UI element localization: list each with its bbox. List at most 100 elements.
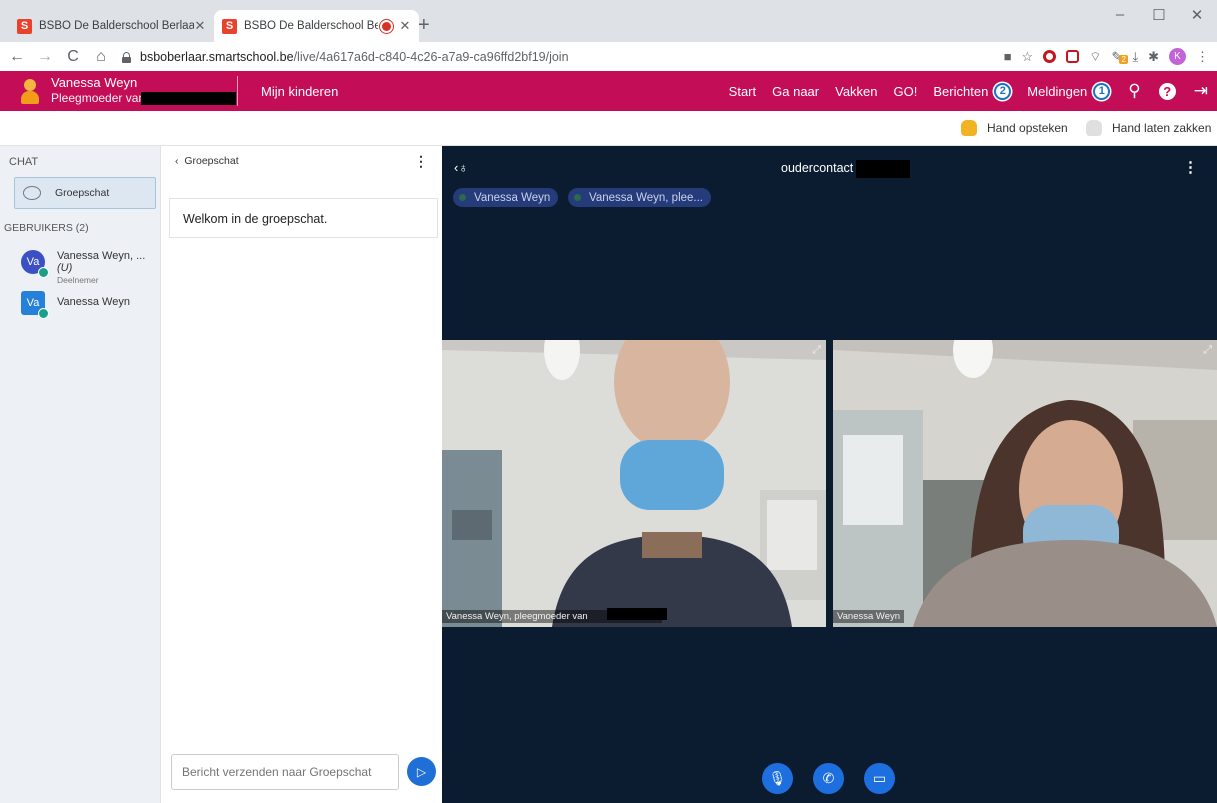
meeting-title: oudercontact	[781, 161, 854, 175]
maximize-button[interactable]: ☐	[1139, 6, 1179, 24]
chat-section-label: CHAT	[9, 156, 39, 168]
tab-close-icon[interactable]: ✕	[399, 18, 411, 34]
user-list-item[interactable]: Va Vanessa Weyn	[21, 291, 130, 319]
microphone-icon: 🎙	[768, 770, 787, 786]
raise-hand-label: Hand opsteken	[987, 121, 1068, 135]
chat-bubble-icon	[23, 186, 41, 200]
meldingen-label: Meldingen	[1027, 83, 1088, 99]
phone-icon: ✆	[822, 770, 835, 786]
extensions-area: ■ ☆ ⌔ ✎ 2 ⤓ ✱ K ⋮	[1004, 42, 1209, 71]
video-tile[interactable]: ⤢ Vanessa Weyn	[833, 340, 1217, 627]
user-item-name: Vanessa Weyn, ... (U)	[57, 250, 160, 274]
my-children-link[interactable]: Mijn kinderen	[261, 84, 338, 99]
user-item-role: Deelnemer	[57, 275, 99, 285]
download-icon[interactable]: ⤓	[1132, 49, 1138, 65]
microphone-button[interactable]: 🎙	[762, 763, 793, 794]
chat-more-icon[interactable]: ⋮	[414, 153, 428, 170]
lock-icon	[122, 51, 131, 63]
browser-tab-1[interactable]: S BSBO De Balderschool Berlaar - S ✕	[9, 10, 214, 42]
address-bar: ← → C ⌂ bsboberlaar.smartschool.be/live/…	[0, 42, 1217, 71]
status-dot-icon	[459, 194, 466, 201]
participant-chip[interactable]: Vanessa Weyn	[453, 188, 559, 207]
participant-chip[interactable]: Vanessa Weyn, plee...	[568, 188, 712, 207]
ext-badge-icon[interactable]: ✎ 2	[1111, 49, 1128, 65]
bookmark-star-icon[interactable]: ☆	[1022, 49, 1034, 65]
raised-hand-icon	[961, 120, 977, 136]
puzzle-icon[interactable]: ✱	[1148, 49, 1159, 65]
logout-icon[interactable]: ⇥	[1194, 81, 1208, 101]
tile-label-text: Vanessa Weyn, pleegmoeder van	[446, 611, 588, 622]
avatar-initials: Va	[26, 297, 40, 309]
status-dot-icon	[574, 194, 581, 201]
send-icon: ▷	[416, 764, 427, 779]
video-conference-area: ‹♁ oudercontact ⋮ Vanessa Weyn Vanessa W…	[442, 146, 1217, 803]
video-tile[interactable]: ⤢ Vanessa Weyn, pleegmoeder van	[442, 340, 826, 627]
send-button[interactable]: ▷	[407, 757, 436, 786]
participant-video-feed	[442, 340, 826, 627]
profile-avatar[interactable]: K	[1169, 48, 1186, 65]
meldingen-badge: 1	[1093, 82, 1111, 100]
nav-berichten[interactable]: Berichten 2	[933, 82, 1012, 100]
chip-label: Vanessa Weyn	[474, 191, 551, 204]
chat-message-input[interactable]	[171, 754, 399, 790]
browser-tab-2[interactable]: S BSBO De Balderschool Berlaa ✕	[214, 10, 419, 42]
browser-menu-icon[interactable]: ⋮	[1196, 49, 1209, 65]
participant-video-feed	[833, 340, 1217, 627]
smartschool-favicon-icon: S	[222, 18, 237, 34]
group-chat-button[interactable]: Groepschat	[14, 177, 156, 209]
user-subtitle: Pleegmoeder van	[51, 91, 146, 105]
leave-call-button[interactable]: ✆	[813, 763, 844, 794]
users-section-label: GEBRUIKERS (2)	[4, 222, 89, 234]
nav-go[interactable]: GO!	[894, 84, 918, 99]
reload-icon[interactable]: C	[62, 48, 84, 66]
nav-start[interactable]: Start	[729, 84, 756, 99]
you-marker: (U)	[57, 262, 73, 274]
meeting-more-icon[interactable]: ⋮	[1183, 158, 1198, 176]
tab-title: BSBO De Balderschool Berlaar - S	[39, 20, 194, 32]
video-extension-icon[interactable]	[1066, 50, 1080, 63]
redacted-block	[607, 608, 667, 620]
user-avatar-icon[interactable]	[21, 79, 39, 104]
tile-participant-label: Vanessa Weyn	[833, 610, 905, 623]
tab-close-icon[interactable]: ✕	[194, 18, 206, 34]
nav-ga-naar[interactable]: Ga naar	[772, 84, 819, 99]
raise-hand-button[interactable]: Hand opsteken	[961, 120, 1068, 136]
redacted-block	[141, 92, 236, 105]
nav-meldingen[interactable]: Meldingen 1	[1027, 82, 1111, 100]
user-name[interactable]: Vanessa Weyn	[51, 76, 137, 90]
back-icon[interactable]: ←	[6, 48, 28, 66]
participants-toggle-icon[interactable]: ‹♁	[454, 160, 468, 175]
forward-icon[interactable]: →	[34, 48, 56, 66]
new-tab-button[interactable]: +	[418, 14, 430, 37]
hand-toolbar: Hand opsteken Hand laten zakken	[0, 111, 1217, 146]
smartschool-favicon-icon: S	[17, 18, 32, 34]
camera-icon: ▭	[872, 770, 887, 786]
nav-vakken[interactable]: Vakken	[835, 84, 877, 99]
tab-title: BSBO De Balderschool Berlaa	[244, 20, 378, 32]
fullscreen-icon[interactable]: ⤢	[1203, 344, 1212, 357]
home-icon[interactable]: ⌂	[90, 48, 112, 66]
minimize-button[interactable]: –	[1100, 6, 1140, 23]
smartschool-header: Vanessa Weyn Pleegmoeder van Mijn kinder…	[0, 71, 1217, 111]
chat-header-title: Groepschat	[184, 155, 239, 167]
user-item-name: Vanessa Weyn	[57, 296, 130, 308]
opera-extension-icon[interactable]	[1043, 50, 1057, 63]
avatar: Va	[21, 250, 49, 278]
chip-label: Vanessa Weyn, plee...	[589, 191, 704, 204]
user-list-item[interactable]: Va Vanessa Weyn, ... (U) Deelnemer	[21, 250, 160, 285]
lock-badge-icon	[38, 308, 49, 319]
camera-icon[interactable]: ■	[1004, 49, 1012, 64]
welcome-message: Welkom in de groepschat.	[169, 198, 438, 238]
lock-badge-icon	[38, 267, 49, 278]
ext-badge-count: 2	[1119, 54, 1128, 64]
help-icon[interactable]: ?	[1158, 82, 1176, 100]
chat-back-header[interactable]: ‹ Groepschat	[175, 155, 239, 167]
lower-hand-button[interactable]: Hand laten zakken	[1086, 120, 1211, 136]
header-divider	[237, 76, 238, 106]
shield-extension-icon[interactable]: ⌔	[1089, 49, 1101, 65]
search-icon[interactable]: ⚲	[1128, 81, 1140, 101]
url-field[interactable]: bsboberlaar.smartschool.be/live/4a617a6d…	[122, 50, 569, 64]
camera-button[interactable]: ▭	[864, 763, 895, 794]
fullscreen-icon[interactable]: ⤢	[812, 344, 821, 357]
window-close-button[interactable]: ✕	[1177, 6, 1217, 24]
